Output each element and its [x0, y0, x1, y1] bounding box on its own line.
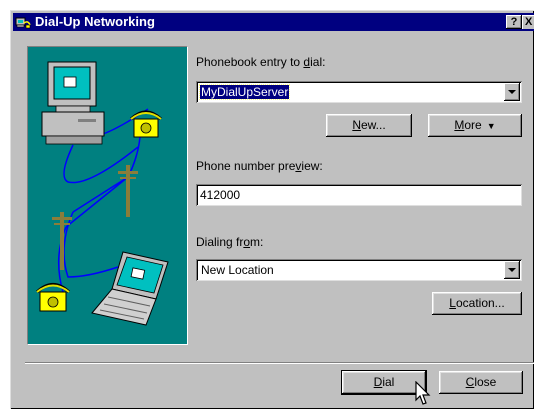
close-window-button[interactable]: X — [522, 15, 534, 29]
dialing-from-value: New Location — [201, 263, 274, 277]
illustration-graphic — [35, 61, 169, 326]
phonebook-entry-label: Phonebook entry to dial: — [196, 55, 326, 69]
separator-line — [25, 362, 534, 364]
close-button[interactable]: Close — [439, 371, 523, 394]
window-title: Dial-Up Networking — [35, 14, 155, 29]
desktop-computer-icon — [41, 61, 105, 145]
phone-number-value: 412000 — [200, 188, 241, 202]
help-button[interactable]: ? — [506, 15, 522, 29]
laptop-icon — [91, 251, 169, 326]
dial-button[interactable]: Dial — [341, 370, 427, 395]
title-bar[interactable]: Dial-Up Networking ? X — [13, 13, 534, 31]
phone-number-preview-label: Phone number preview: — [196, 159, 323, 173]
dialog-window: Dial-Up Networking ? X Phonebook entry t… — [10, 10, 534, 409]
location-button[interactable]: Location... — [432, 292, 522, 315]
telephone-bottom-icon — [35, 283, 71, 312]
dialing-from-label: Dialing from: — [196, 235, 264, 249]
dialing-from-dropdown-arrow-icon[interactable] — [504, 261, 520, 279]
mouse-cursor-icon — [415, 381, 431, 405]
phonebook-entry-value: MyDialUpServer — [198, 84, 291, 100]
phonebook-entry-combobox[interactable]: MyDialUpServer — [196, 81, 522, 103]
more-dropdown-caret-icon: ▼ — [486, 121, 496, 131]
phone-number-preview-field[interactable]: 412000 — [196, 184, 522, 206]
dialing-from-combobox[interactable]: New Location — [196, 259, 522, 281]
new-button[interactable]: New... — [326, 114, 412, 137]
phonebook-dropdown-arrow-icon[interactable] — [504, 83, 520, 101]
dial-up-networking-icon — [15, 17, 31, 29]
telephone-top-icon — [129, 110, 163, 138]
dial-up-illustration — [27, 46, 188, 345]
telephone-pole-top — [118, 165, 138, 217]
more-button[interactable]: More ▼ — [428, 114, 522, 137]
